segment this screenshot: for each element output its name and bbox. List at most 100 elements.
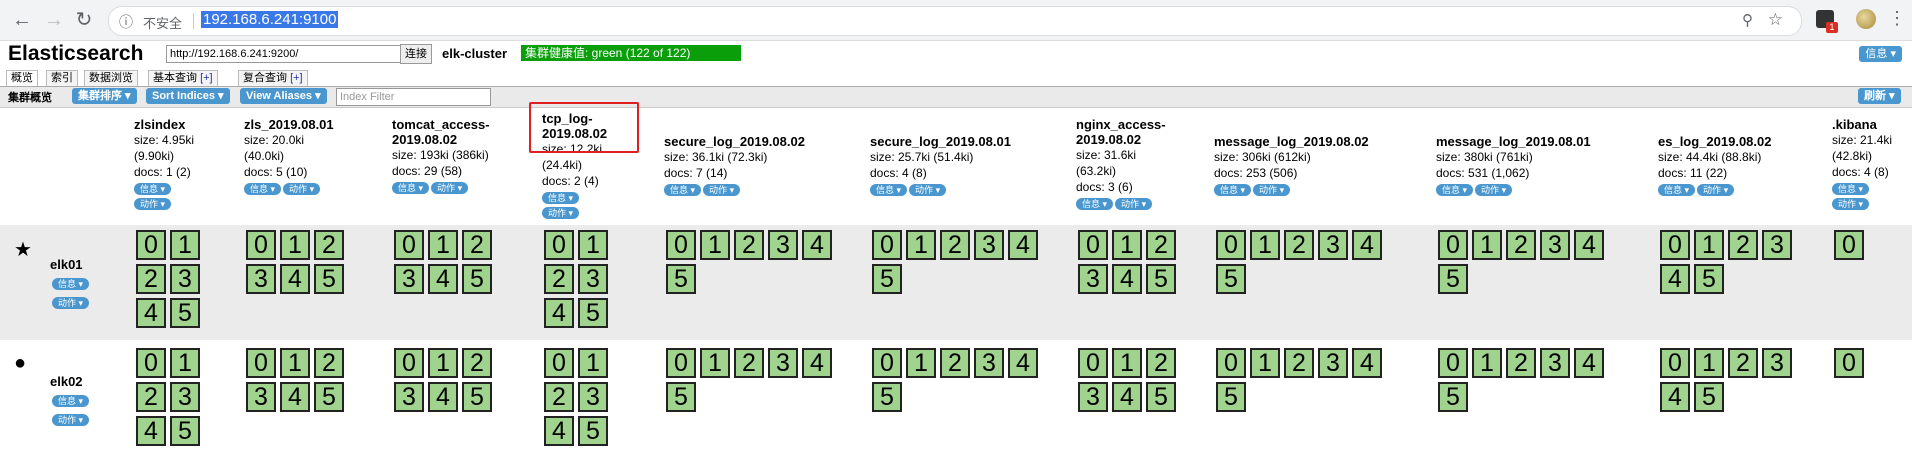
action-pill[interactable]: 动作 ▾	[703, 184, 741, 196]
shard-box[interactable]: 2	[1728, 230, 1758, 260]
shard-box[interactable]: 0	[1438, 230, 1468, 260]
tab-plus[interactable]: [+]	[200, 72, 213, 84]
action-pill[interactable]: 动作 ▾	[1475, 184, 1513, 196]
shard-box[interactable]: 3	[768, 230, 798, 260]
shard-box[interactable]: 1	[280, 348, 310, 378]
shard-box[interactable]: 4	[280, 382, 310, 412]
shard-box[interactable]: 1	[1694, 348, 1724, 378]
shard-box[interactable]: 4	[802, 348, 832, 378]
info-pill[interactable]: 信息 ▾	[244, 183, 282, 195]
shard-box[interactable]: 4	[280, 264, 310, 294]
shard-box[interactable]: 0	[136, 230, 166, 260]
shard-box[interactable]: 2	[1506, 348, 1536, 378]
shard-box[interactable]: 1	[428, 348, 458, 378]
refresh-button[interactable]: 刷新 ▾	[1858, 88, 1901, 104]
info-pill[interactable]: 信息 ▾	[52, 395, 90, 407]
shard-box[interactable]: 1	[906, 348, 936, 378]
shard-box[interactable]: 1	[170, 348, 200, 378]
shard-box[interactable]: 3	[1540, 230, 1570, 260]
action-pill[interactable]: 动作 ▾	[52, 297, 90, 309]
shard-box[interactable]: 0	[246, 230, 276, 260]
shard-box[interactable]: 1	[700, 230, 730, 260]
shard-box[interactable]: 2	[1284, 348, 1314, 378]
shard-box[interactable]: 4	[1660, 264, 1690, 294]
shard-box[interactable]: 4	[1352, 348, 1382, 378]
shard-box[interactable]: 0	[1660, 348, 1690, 378]
shard-box[interactable]: 4	[1008, 348, 1038, 378]
back-arrow-icon[interactable]: ←	[10, 8, 34, 32]
zoom-icon[interactable]: ⚲	[1742, 11, 1753, 29]
shard-box[interactable]: 5	[1694, 264, 1724, 294]
info-pill[interactable]: 信息 ▾	[134, 183, 172, 195]
shard-box[interactable]: 5	[872, 264, 902, 294]
shard-box[interactable]: 3	[1762, 230, 1792, 260]
shard-box[interactable]: 3	[578, 264, 608, 294]
shard-box[interactable]: 3	[768, 348, 798, 378]
info-pill[interactable]: 信息 ▾	[664, 184, 702, 196]
shard-box[interactable]: 0	[1216, 348, 1246, 378]
action-pill[interactable]: 动作 ▾	[909, 184, 947, 196]
shard-box[interactable]: 0	[872, 230, 902, 260]
shard-box[interactable]: 4	[544, 416, 574, 446]
info-pill[interactable]: 信息 ▾	[52, 278, 90, 290]
shard-box[interactable]: 4	[1008, 230, 1038, 260]
shard-box[interactable]: 1	[1694, 230, 1724, 260]
tab-plus[interactable]: [+]	[290, 72, 303, 84]
shard-box[interactable]: 1	[1112, 348, 1142, 378]
shard-box[interactable]: 2	[314, 348, 344, 378]
sort-indices-button[interactable]: Sort Indices ▾	[146, 88, 230, 104]
info-pill[interactable]: 信息 ▾	[1832, 183, 1870, 195]
shard-box[interactable]: 2	[1146, 230, 1176, 260]
shard-box[interactable]: 0	[666, 230, 696, 260]
shard-box[interactable]: 2	[314, 230, 344, 260]
bookmark-star-icon[interactable]: ☆	[1768, 10, 1783, 30]
tab-basic-query[interactable]: 基本查询 [+]	[148, 70, 218, 86]
shard-box[interactable]: 2	[136, 264, 166, 294]
shard-box[interactable]: 5	[1146, 382, 1176, 412]
shard-box[interactable]: 5	[170, 298, 200, 328]
shard-box[interactable]: 5	[170, 416, 200, 446]
shard-box[interactable]: 3	[1762, 348, 1792, 378]
action-pill[interactable]: 动作 ▾	[542, 207, 580, 219]
shard-box[interactable]: 5	[462, 264, 492, 294]
shard-box[interactable]: 0	[1438, 348, 1468, 378]
shard-box[interactable]: 5	[1146, 264, 1176, 294]
action-pill[interactable]: 动作 ▾	[134, 198, 172, 210]
shard-box[interactable]: 4	[1112, 382, 1142, 412]
shard-box[interactable]: 4	[1112, 264, 1142, 294]
info-pill[interactable]: 信息 ▾	[1436, 184, 1474, 196]
shard-box[interactable]: 5	[666, 382, 696, 412]
shard-box[interactable]: 4	[428, 264, 458, 294]
shard-box[interactable]: 3	[246, 264, 276, 294]
shard-box[interactable]: 1	[170, 230, 200, 260]
shard-box[interactable]: 4	[1660, 382, 1690, 412]
shard-box[interactable]: 2	[1506, 230, 1536, 260]
shard-box[interactable]: 3	[1078, 264, 1108, 294]
shard-box[interactable]: 1	[578, 230, 608, 260]
shard-box[interactable]: 3	[1318, 230, 1348, 260]
shard-box[interactable]: 1	[1250, 348, 1280, 378]
info-pill[interactable]: 信息 ▾	[870, 184, 908, 196]
shard-box[interactable]: 0	[246, 348, 276, 378]
shard-box[interactable]: 3	[578, 382, 608, 412]
shard-box[interactable]: 0	[1834, 348, 1864, 378]
action-pill[interactable]: 动作 ▾	[431, 182, 469, 194]
address-bar[interactable]: ⓘ 不安全 192.168.6.241:9100 ⚲ ☆	[108, 6, 1802, 36]
shard-box[interactable]: 0	[872, 348, 902, 378]
action-pill[interactable]: 动作 ▾	[1115, 198, 1153, 210]
profile-avatar-icon[interactable]	[1856, 9, 1876, 29]
shard-box[interactable]: 1	[1472, 348, 1502, 378]
shard-box[interactable]: 4	[428, 382, 458, 412]
action-pill[interactable]: 动作 ▾	[1253, 184, 1291, 196]
reload-icon[interactable]: ↻	[72, 8, 96, 32]
shard-box[interactable]: 3	[170, 382, 200, 412]
shard-box[interactable]: 1	[906, 230, 936, 260]
shard-box[interactable]: 1	[1250, 230, 1280, 260]
shard-box[interactable]: 3	[974, 230, 1004, 260]
shard-box[interactable]: 0	[136, 348, 166, 378]
shard-box[interactable]: 5	[314, 264, 344, 294]
shard-box[interactable]: 4	[1352, 230, 1382, 260]
tab-indices[interactable]: 索引	[46, 70, 78, 86]
shard-box[interactable]: 1	[428, 230, 458, 260]
shard-box[interactable]: 5	[578, 298, 608, 328]
